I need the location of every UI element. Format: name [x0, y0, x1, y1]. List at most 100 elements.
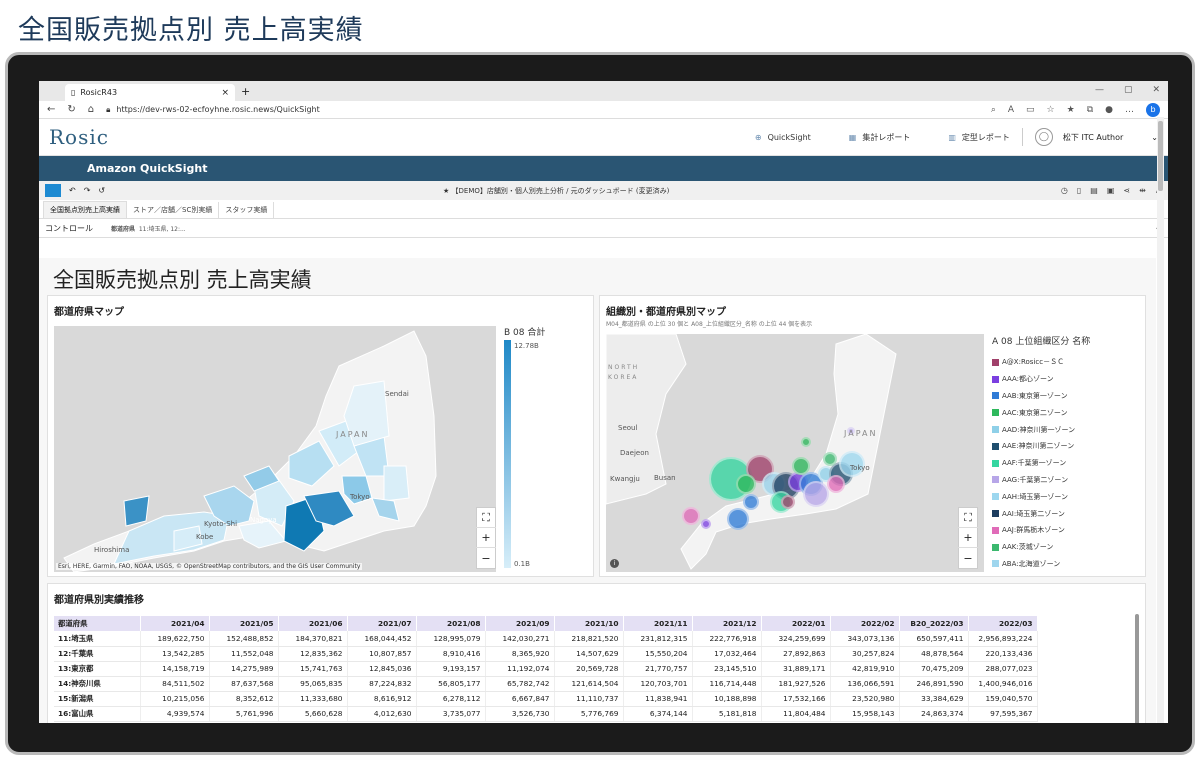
legend-item[interactable]: AAG:千葉第二ゾーン — [992, 472, 1075, 489]
bing-icon[interactable]: b — [1146, 102, 1160, 117]
bookmark-icon[interactable]: ▯ — [1077, 186, 1081, 195]
legend-item[interactable]: ABA:北海道ゾーン — [992, 556, 1075, 573]
table-row[interactable]: 16:富山県 4,939,574 5,761,996 5,660,628 4,012,6… — [54, 706, 1038, 722]
fit-bounds-icon[interactable]: ⛶ — [958, 508, 978, 528]
map-bubble[interactable] — [801, 437, 811, 447]
new-tab-icon[interactable]: + — [241, 85, 250, 98]
table-row[interactable]: 12:千葉県 13,542,285 11,552,048 12,835,362 10,8… — [54, 646, 1038, 662]
collections-icon[interactable]: ⧉ — [1087, 105, 1093, 115]
legend-item[interactable]: AAD:神奈川第一ゾーン — [992, 421, 1075, 438]
close-tab-icon[interactable]: × — [221, 88, 229, 98]
nav-summary-report[interactable]: ▦ 集計レポート — [849, 132, 911, 143]
map-bubble[interactable] — [701, 519, 711, 529]
share-icon[interactable]: ⋖ — [1123, 186, 1130, 195]
column-header[interactable]: 2022/02 — [830, 616, 900, 631]
table-scrollbar[interactable] — [1135, 614, 1139, 723]
map-bubble[interactable] — [827, 475, 845, 493]
fit-icon[interactable]: ⇹ — [1139, 186, 1146, 195]
column-header[interactable]: 2021/06 — [278, 616, 348, 631]
org-map[interactable]: NORTH KOREA Seoul Daejeon Kwangju Busan … — [606, 334, 984, 572]
map-bubble[interactable] — [823, 452, 837, 466]
table-row[interactable]: 13:東京都 14,158,719 14,275,989 15,741,763 12,8… — [54, 661, 1038, 677]
favorite-add-icon[interactable]: ☆ — [1047, 105, 1055, 115]
legend-item[interactable]: AAI:埼玉第二ゾーン — [992, 505, 1075, 522]
prefecture-map[interactable]: Sendai JAPAN Tokyo Kyoto-Shi Nagoya Kobe… — [54, 326, 496, 572]
undo-icon[interactable]: ↶ — [69, 186, 76, 195]
column-header[interactable]: 2021/12 — [692, 616, 762, 631]
zoom-icon[interactable]: ⌕ — [991, 105, 996, 115]
legend-item[interactable]: AAF:千葉第一ゾーン — [992, 455, 1075, 472]
read-aloud-icon[interactable]: A — [1008, 105, 1014, 115]
column-header[interactable]: 2021/10 — [554, 616, 624, 631]
map-bubble[interactable] — [743, 494, 759, 510]
sheet-tab-staff[interactable]: スタッフ実績 — [219, 202, 275, 218]
profile-icon[interactable]: ● — [1105, 105, 1113, 115]
sheet-tab-national[interactable]: 全国拠点別売上高実績 — [43, 201, 127, 218]
table-row[interactable]: 14:神奈川県 84,511,502 87,637,568 95,065,835 87,… — [54, 676, 1038, 692]
url-field[interactable]: 🔒︎ https://dev-rws-02-ecfoyhne.rosic.new… — [106, 105, 906, 115]
nav-quicksight[interactable]: ⊕ QuickSight — [755, 133, 811, 142]
table-row[interactable]: 11:埼玉県 189,622,750 152,488,852 184,370,821 1… — [54, 631, 1038, 647]
print-icon[interactable]: ▤ — [1090, 186, 1098, 195]
star-icon[interactable]: ★ — [443, 187, 452, 195]
browser-tab[interactable]: ▯ RosicR43 × — [65, 84, 235, 101]
quicksight-logo-icon[interactable] — [45, 184, 61, 197]
legend-item[interactable]: AAB:東京第一ゾーン — [992, 388, 1075, 405]
refresh-icon[interactable]: ↻ — [67, 104, 75, 115]
column-header[interactable]: 2021/11 — [623, 616, 693, 631]
home-icon[interactable]: ⌂ — [88, 104, 94, 115]
immersive-reader-icon[interactable]: ▭ — [1026, 105, 1035, 115]
save-icon[interactable]: ▣ — [1107, 186, 1115, 195]
clock-icon[interactable]: ◷ — [1061, 186, 1068, 195]
org-legend: A@X:Rosicc－ＳＣ AAA:都心ゾーン AAB:東京第一ゾーン AAC:東京第… — [992, 354, 1075, 572]
scroll-thumb[interactable] — [1158, 121, 1163, 191]
zoom-in-button[interactable]: + — [958, 528, 978, 548]
user-menu[interactable]: ◯ 松下 ITC Author ⌄ — [1021, 128, 1158, 146]
reset-icon[interactable]: ↺ — [98, 186, 105, 195]
column-header[interactable]: 2021/04 — [140, 616, 210, 631]
legend-item[interactable]: AAK:茨城ゾーン — [992, 539, 1075, 556]
minimize-button[interactable]: — — [1095, 85, 1104, 95]
legend-item[interactable]: AAA:都心ゾーン — [992, 371, 1075, 388]
column-header[interactable]: 2022/01 — [761, 616, 831, 631]
zoom-out-button[interactable]: − — [476, 548, 496, 568]
map-bubble[interactable] — [682, 507, 700, 525]
info-icon[interactable]: i — [610, 559, 619, 568]
map-bubble[interactable] — [781, 495, 795, 509]
redo-icon[interactable]: ↷ — [84, 186, 91, 195]
map-bubble[interactable] — [727, 508, 749, 530]
zoom-out-button[interactable]: − — [958, 548, 978, 568]
column-header[interactable]: B20_2022/03 — [899, 616, 969, 631]
chart-icon: ▥ — [948, 132, 956, 142]
maximize-button[interactable]: ▢ — [1124, 85, 1133, 95]
page-scrollbar[interactable] — [1157, 117, 1164, 723]
controls-bar[interactable]: コントロール 都道府県 11:埼玉県, 12:... ⌄ — [39, 219, 1168, 238]
column-header[interactable]: 2022/03 — [968, 616, 1038, 631]
value-cell: 11,333,680 — [278, 691, 348, 707]
back-icon[interactable]: ← — [47, 104, 55, 115]
column-header[interactable]: 2021/09 — [485, 616, 555, 631]
legend-item[interactable]: AAH:埼玉第一ゾーン — [992, 488, 1075, 505]
map-bubble[interactable] — [792, 457, 810, 475]
map-bubble[interactable] — [736, 474, 756, 494]
map-bubble[interactable] — [803, 481, 829, 507]
nav-standard-report[interactable]: ▥ 定型レポート — [948, 132, 1010, 143]
legend-item[interactable]: AAC:東京第二ゾーン — [992, 404, 1075, 421]
legend-item[interactable]: AAE:神奈川第二ゾーン — [992, 438, 1075, 455]
favorites-icon[interactable]: ★ — [1067, 105, 1075, 115]
column-header[interactable]: 2021/05 — [209, 616, 279, 631]
table-row[interactable]: 15:新潟県 10,215,056 8,352,612 11,333,680 8,616… — [54, 691, 1038, 707]
more-icon[interactable]: … — [1125, 105, 1134, 115]
column-header[interactable]: 都道府県 — [54, 616, 141, 631]
fit-bounds-icon[interactable]: ⛶ — [476, 508, 496, 528]
close-window-button[interactable]: ✕ — [1152, 85, 1160, 95]
column-header[interactable]: 2021/08 — [416, 616, 486, 631]
legend-item[interactable]: A@X:Rosicc－ＳＣ — [992, 354, 1075, 371]
value-cell: 65,782,742 — [485, 676, 555, 692]
value-cell: 87,224,832 — [347, 676, 417, 692]
legend-item[interactable]: AAJ:群馬栃木ゾーン — [992, 522, 1075, 539]
column-header[interactable]: 2021/07 — [347, 616, 417, 631]
rosic-logo[interactable]: Rosic — [49, 125, 109, 149]
sheet-tab-store[interactable]: ストア／店舗／SC別実績 — [127, 202, 220, 218]
zoom-in-button[interactable]: + — [476, 528, 496, 548]
